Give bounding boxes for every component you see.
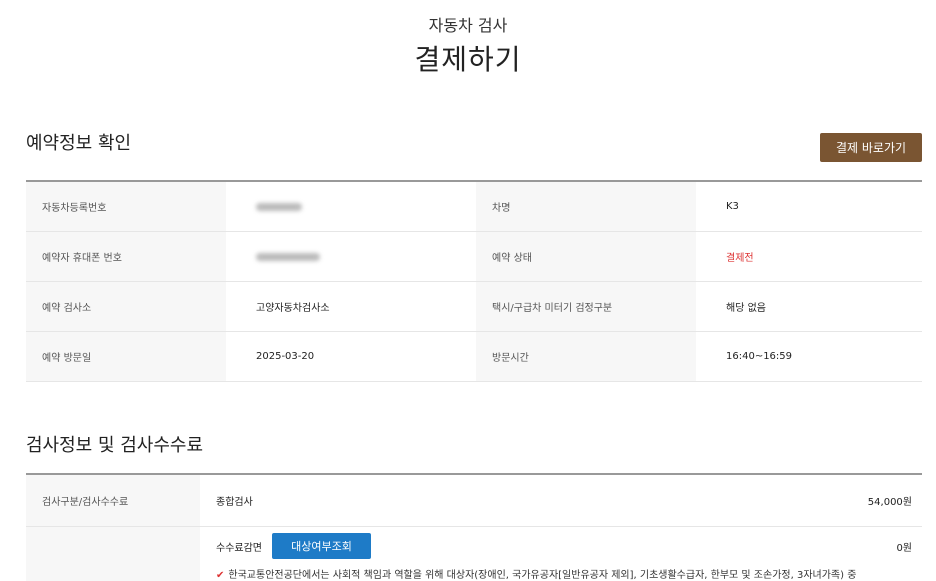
inspection-type: 종합검사 xyxy=(216,497,253,508)
label-visit-time: 방문시간 xyxy=(476,332,696,381)
reduction-left: 수수료감면 대상여부조회 xyxy=(216,533,371,559)
value-vehicle-number xyxy=(226,182,476,231)
label-visit-date: 예약 방문일 xyxy=(26,332,226,381)
value-car-name: K3 xyxy=(726,201,739,212)
value-visit-date: 2025-03-20 xyxy=(256,351,315,362)
page-title: 결제하기 xyxy=(414,43,522,76)
fee-table: 검사구분/검사수수료 종합검사 54,000원 수수료감면 대상여부조회 0원 … xyxy=(26,473,922,581)
label-vehicle-number: 자동차등록번호 xyxy=(26,182,226,231)
value-meter-type: 해당 없음 xyxy=(726,303,766,314)
label-station: 예약 검사소 xyxy=(26,282,226,331)
label-phone: 예약자 휴대폰 번호 xyxy=(26,232,226,281)
label-inspection-type: 검사구분/검사수수료 xyxy=(26,475,200,526)
label-meter-type: 택시/구급차 미터기 검정구분 xyxy=(476,282,696,331)
table-row: 자동차등록번호 차명 K3 xyxy=(26,182,922,232)
page-header: 자동차 검사 결제하기 xyxy=(0,16,936,78)
label-empty xyxy=(26,527,200,581)
table-row: 예약 방문일 2025-03-20 방문시간 16:40~16:59 xyxy=(26,332,922,382)
reservation-heading: 예약정보 확인 xyxy=(26,133,132,154)
table-row: 검사구분/검사수수료 종합검사 54,000원 xyxy=(26,475,922,527)
reduction-line: 수수료감면 대상여부조회 0원 xyxy=(216,532,912,560)
eligibility-inquiry-button[interactable]: 대상여부조회 xyxy=(272,533,371,559)
pay-now-button[interactable]: 결제 바로가기 xyxy=(820,133,922,162)
label-car-name: 차명 xyxy=(476,182,696,231)
value-phone xyxy=(226,232,476,281)
reduction-label: 수수료감면 xyxy=(216,542,262,554)
inspection-fee: 54,000원 xyxy=(867,497,912,508)
label-reservation-status: 예약 상태 xyxy=(476,232,696,281)
table-row: 예약자 휴대폰 번호 예약 상태 결제전 xyxy=(26,232,922,282)
table-row: 예약 검사소 고양자동차검사소 택시/구급차 미터기 검정구분 해당 없음 xyxy=(26,282,922,332)
value-station: 고양자동차검사소 xyxy=(256,303,330,314)
value-visit-time: 16:40~16:59 xyxy=(726,351,793,362)
page-subtitle: 자동차 검사 xyxy=(428,16,508,35)
masked-vehicle-number xyxy=(256,202,302,211)
notice-text: 한국교통안전공단에서는 사회적 책임과 역할을 위해 대상자(장애인, 국가유공… xyxy=(228,570,857,581)
fee-heading: 검사정보 및 검사수수료 xyxy=(26,435,204,456)
table-row: 수수료감면 대상여부조회 0원 ✔ 한국교통안전공단에서는 사회적 책임과 역할을… xyxy=(26,527,922,581)
reduction-cell: 수수료감면 대상여부조회 0원 ✔ 한국교통안전공단에서는 사회적 책임과 역할을… xyxy=(200,527,922,581)
inspection-fee-cell: 종합검사 54,000원 xyxy=(200,475,922,526)
reduction-amount: 0원 xyxy=(896,542,912,554)
reduction-notice: ✔ 한국교통안전공단에서는 사회적 책임과 역할을 위해 대상자(장애인, 국가유… xyxy=(216,566,912,581)
reservation-info-table: 자동차등록번호 차명 K3 예약자 휴대폰 번호 예약 상태 결제전 예약 검사… xyxy=(26,180,922,382)
check-icon: ✔ xyxy=(216,570,225,581)
masked-phone-number xyxy=(256,252,320,261)
value-reservation-status: 결제전 xyxy=(726,253,754,264)
